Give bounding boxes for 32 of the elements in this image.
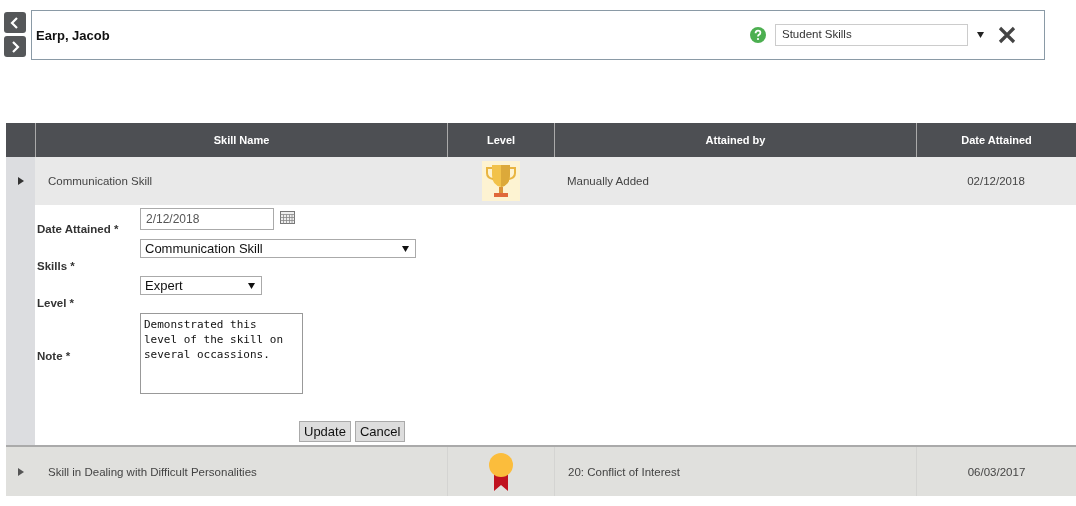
chevron-right-icon (10, 40, 20, 53)
table-cell: Communication Skill (48, 175, 153, 187)
expand-row-icon[interactable] (17, 467, 24, 476)
note-textarea[interactable]: Demonstrated this level of the skill on several occassions. (140, 313, 303, 394)
chevron-left-icon (10, 16, 20, 29)
date-input[interactable]: 2/12/2018 (140, 208, 274, 230)
form-button[interactable]: Cancel (354, 421, 406, 442)
level-select[interactable]: Expert (140, 276, 262, 295)
trophy-icon (481, 161, 520, 201)
field-label: Date Attained * (37, 223, 119, 236)
view-select[interactable]: Student Skills (775, 24, 968, 46)
previous-button[interactable] (4, 12, 26, 33)
table-cell: 20: Conflict of Interest (568, 465, 680, 478)
close-icon[interactable] (998, 26, 1016, 44)
table-cell: 02/12/2018 (967, 175, 1025, 187)
dropdown-caret-icon (402, 245, 409, 252)
table-cell: Skill in Dealing with Difficult Personalities (48, 465, 257, 478)
help-icon[interactable] (750, 27, 766, 43)
student-name: Earp, Jacob (36, 27, 110, 43)
field-label: Note * (37, 350, 71, 363)
skills-select[interactable]: Communication Skill (140, 239, 416, 258)
next-button[interactable] (4, 36, 26, 57)
calendar-icon[interactable] (280, 211, 295, 224)
medal-icon (487, 451, 515, 492)
field-label: Skills * (37, 260, 75, 273)
form-button[interactable]: Update (299, 421, 351, 442)
table-cell: Manually Added (567, 175, 649, 187)
field-label: Level * (37, 297, 75, 310)
dropdown-caret-icon (248, 282, 255, 289)
expanded-row-icon[interactable] (17, 177, 24, 185)
dropdown-caret-icon[interactable] (977, 32, 984, 38)
table-cell: 06/03/2017 (967, 465, 1026, 478)
